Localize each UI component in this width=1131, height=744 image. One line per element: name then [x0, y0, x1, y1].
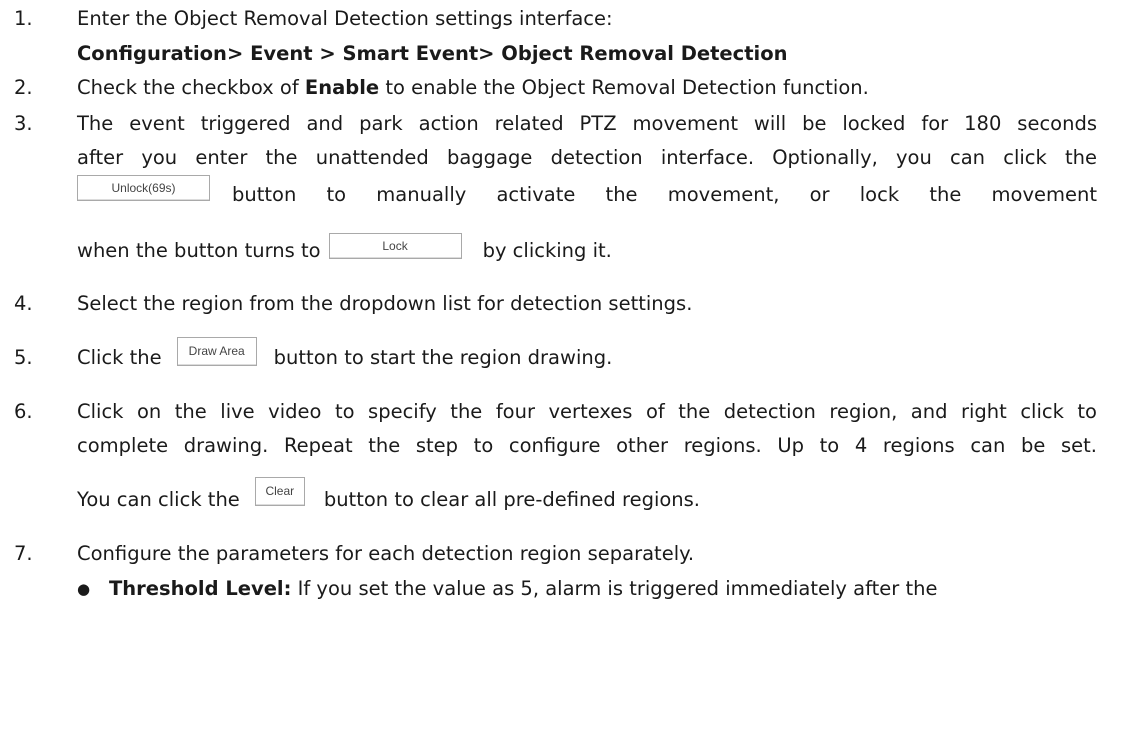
- step-text: after you enter the unattended baggage d…: [77, 146, 1097, 169]
- step-text: when the button turns to: [77, 239, 321, 262]
- step-text: button to start the region drawing.: [273, 346, 613, 369]
- step-text: button to clear all pre-defined regions.: [323, 488, 701, 511]
- bullet-icon: ●: [77, 580, 91, 598]
- step-number: 6.: [14, 400, 33, 423]
- bullet-text: Threshold Level: If you set the value as…: [109, 577, 938, 600]
- step-number: 3.: [14, 112, 33, 135]
- step-text: Select the region from the dropdown list…: [77, 292, 693, 315]
- menu-path-text: Configuration> Event > Smart Event> Obje…: [77, 42, 788, 65]
- step-text: Enter the Object Removal Detection setti…: [77, 7, 613, 30]
- step-text: by clicking it.: [482, 239, 612, 262]
- step-text: Configure the parameters for each detect…: [77, 542, 695, 565]
- unlock-button[interactable]: Unlock(69s): [77, 175, 210, 201]
- step-number: 7.: [14, 542, 33, 565]
- clear-button[interactable]: Clear: [254, 476, 305, 506]
- step-text: Click on the live video to specify the f…: [77, 400, 1097, 423]
- draw-area-button[interactable]: Draw Area: [176, 336, 257, 366]
- step-number: 4.: [14, 292, 33, 315]
- step-text: Click the: [77, 346, 162, 369]
- enable-term: Enable: [304, 76, 380, 99]
- step-text: Check the checkbox of Enable to enable t…: [77, 76, 869, 99]
- step-text: complete drawing. Repeat the step to con…: [77, 434, 1097, 457]
- step-number: 5.: [14, 346, 33, 369]
- threshold-level-term: Threshold Level:: [109, 577, 292, 600]
- step-text: You can click the: [77, 488, 240, 511]
- step-text: The event triggered and park action rela…: [77, 112, 1097, 135]
- lock-button[interactable]: Lock: [328, 233, 462, 259]
- step-text: button to manually activate the movement…: [232, 183, 1097, 206]
- step-number: 2.: [14, 76, 33, 99]
- step-number: 1.: [14, 7, 33, 30]
